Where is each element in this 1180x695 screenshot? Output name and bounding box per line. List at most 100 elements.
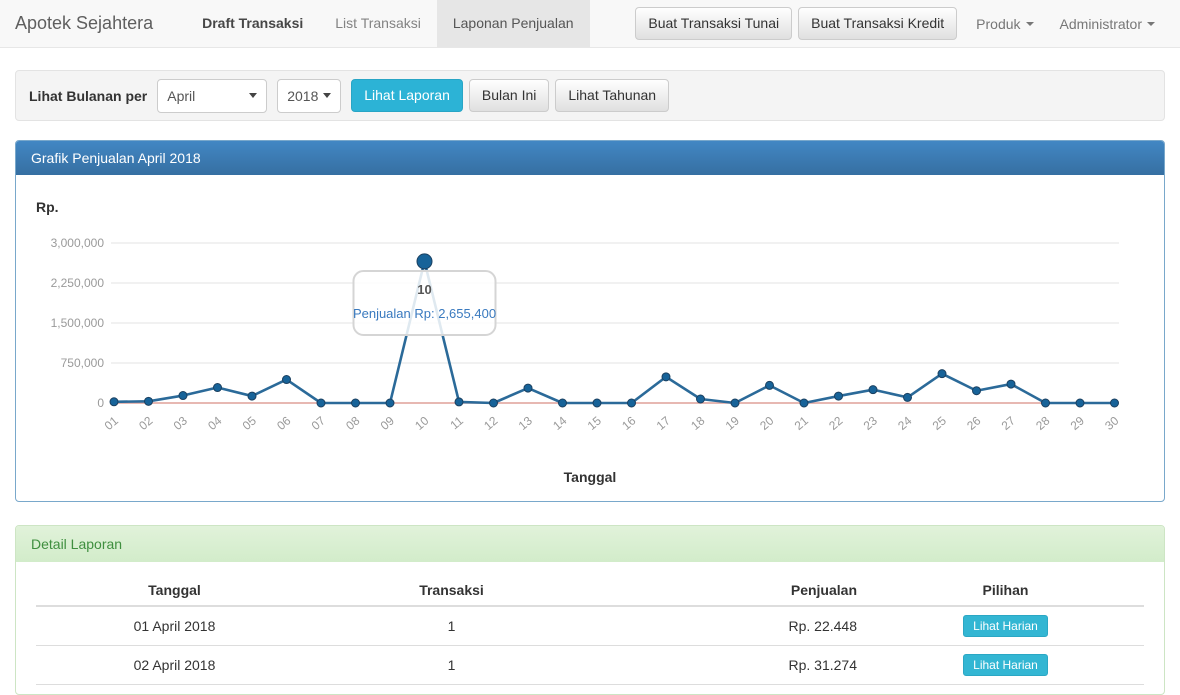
year-select[interactable]: 2018 <box>277 79 341 113</box>
data-point[interactable] <box>973 387 981 395</box>
data-point[interactable] <box>800 399 808 407</box>
cell-penjualan: Rp. 22.448 <box>590 606 867 646</box>
x-tick-label: 16 <box>619 413 638 433</box>
x-tick-label: 10 <box>412 413 431 433</box>
data-point[interactable] <box>317 399 325 407</box>
x-tick-label: 07 <box>309 413 328 433</box>
x-tick-label: 20 <box>757 413 776 433</box>
cell-transaksi: 1 <box>313 646 590 685</box>
filter-bar: Lihat Bulanan per April 2018 Lihat Lapor… <box>15 70 1165 121</box>
main-nav: Draft TransaksiList TransaksiLaponan Pen… <box>186 0 589 47</box>
data-point[interactable] <box>352 399 360 407</box>
filter-buttons: Lihat LaporanBulan IniLihat Tahunan <box>351 79 675 113</box>
nav-item-draft-transaksi[interactable]: Draft Transaksi <box>186 0 319 47</box>
filter-label: Lihat Bulanan per <box>29 88 147 104</box>
x-tick-label: 15 <box>585 413 604 433</box>
x-tick-label: 12 <box>481 413 500 433</box>
lihat-tahunan-button[interactable]: Lihat Tahunan <box>555 79 669 113</box>
data-point[interactable] <box>697 395 705 403</box>
app-brand[interactable]: Apotek Sejahtera <box>0 0 168 47</box>
data-point[interactable] <box>145 397 153 405</box>
data-point[interactable] <box>214 384 222 392</box>
tooltip-value-label: Penjualan Rp: 2,655,400 <box>353 306 496 321</box>
detail-report-panel: Detail Laporan TanggalTransaksiPenjualan… <box>15 525 1165 695</box>
data-point[interactable] <box>524 384 532 392</box>
y-tick-label: 0 <box>97 396 104 410</box>
cell-penjualan: Rp. 31.274 <box>590 646 867 685</box>
top-navbar: Apotek Sejahtera Draft TransaksiList Tra… <box>0 0 1180 48</box>
tooltip-day-label: 10 <box>417 282 431 297</box>
x-tick-label: 04 <box>205 413 224 433</box>
y-tick-label: 750,000 <box>61 356 105 370</box>
x-tick-label: 29 <box>1068 413 1087 433</box>
data-point[interactable] <box>386 399 394 407</box>
data-point[interactable] <box>1007 380 1015 388</box>
cell-transaksi: 1 <box>313 606 590 646</box>
app-root: Apotek Sejahtera Draft TransaksiList Tra… <box>0 0 1180 121</box>
select-caret-icon <box>249 93 257 98</box>
navbar-actions: Buat Transaksi TunaiBuat Transaksi Kredi… <box>635 0 1180 47</box>
x-axis-title: Tanggal <box>16 469 1164 485</box>
sales-chart-panel: Grafik Penjualan April 2018 Rp. 0750,000… <box>15 140 1165 502</box>
data-point[interactable] <box>1042 399 1050 407</box>
data-point[interactable] <box>904 393 912 401</box>
detail-table: TanggalTransaksiPenjualanPilihan 01 Apri… <box>36 577 1144 685</box>
data-point[interactable] <box>938 370 946 378</box>
x-tick-label: 26 <box>964 413 983 433</box>
administrator-dropdown[interactable]: Administrator <box>1047 16 1168 32</box>
data-point[interactable] <box>248 392 256 400</box>
buat-transaksi-kredit-button[interactable]: Buat Transaksi Kredit <box>798 7 957 41</box>
produk-dropdown-label: Produk <box>976 16 1020 32</box>
x-tick-label: 17 <box>654 413 673 433</box>
chart-body: Rp. 0750,0001,500,0002,250,0003,000,0000… <box>16 175 1164 501</box>
x-tick-label: 03 <box>171 413 190 433</box>
caret-down-icon <box>1147 22 1155 26</box>
x-tick-label: 06 <box>274 413 293 433</box>
col-header-transaksi: Transaksi <box>313 577 590 606</box>
data-point[interactable] <box>628 399 636 407</box>
data-point[interactable] <box>835 392 843 400</box>
x-tick-label: 14 <box>550 413 569 433</box>
data-point[interactable] <box>766 381 774 389</box>
data-point[interactable] <box>593 399 601 407</box>
lihat-harian-button[interactable]: Lihat Harian <box>963 615 1048 637</box>
year-select-value: 2018 <box>287 88 318 104</box>
data-point[interactable] <box>110 398 118 406</box>
data-point[interactable] <box>559 399 567 407</box>
y-tick-label: 2,250,000 <box>51 276 105 290</box>
select-caret-icon <box>323 93 331 98</box>
month-select[interactable]: April <box>157 79 267 113</box>
data-point[interactable] <box>179 392 187 400</box>
bulan-ini-button[interactable]: Bulan Ini <box>469 79 549 113</box>
buat-transaksi-tunai-button[interactable]: Buat Transaksi Tunai <box>635 7 792 41</box>
data-point[interactable] <box>490 399 498 407</box>
lihat-harian-button[interactable]: Lihat Harian <box>963 654 1048 676</box>
table-row: 02 April 20181Rp. 31.274Lihat Harian <box>36 646 1144 685</box>
x-tick-label: 13 <box>516 413 535 433</box>
nav-item-laponan-penjualan[interactable]: Laponan Penjualan <box>437 0 590 47</box>
y-tick-label: 3,000,000 <box>51 236 105 250</box>
data-point[interactable] <box>662 373 670 381</box>
data-point[interactable] <box>1111 399 1119 407</box>
x-tick-label: 28 <box>1033 413 1052 433</box>
cell-pilihan: Lihat Harian <box>867 606 1144 646</box>
y-axis-unit-label: Rp. <box>36 199 59 215</box>
data-point[interactable] <box>1076 399 1084 407</box>
lihat-laporan-button[interactable]: Lihat Laporan <box>351 79 463 113</box>
detail-panel-title: Detail Laporan <box>16 526 1164 562</box>
table-row: 01 April 20181Rp. 22.448Lihat Harian <box>36 606 1144 646</box>
month-select-value: April <box>167 88 195 104</box>
administrator-dropdown-label: Administrator <box>1060 16 1142 32</box>
data-point[interactable] <box>731 399 739 407</box>
col-header-penjualan: Penjualan <box>590 577 867 606</box>
highlighted-data-point[interactable] <box>417 254 432 269</box>
x-tick-label: 01 <box>102 413 121 433</box>
col-header-pilihan: Pilihan <box>867 577 1144 606</box>
data-point[interactable] <box>283 376 291 384</box>
data-point[interactable] <box>455 398 463 406</box>
data-point[interactable] <box>869 386 877 394</box>
x-tick-label: 09 <box>378 413 397 433</box>
cell-pilihan: Lihat Harian <box>867 646 1144 685</box>
produk-dropdown[interactable]: Produk <box>963 16 1046 32</box>
nav-item-list-transaksi[interactable]: List Transaksi <box>319 0 437 47</box>
